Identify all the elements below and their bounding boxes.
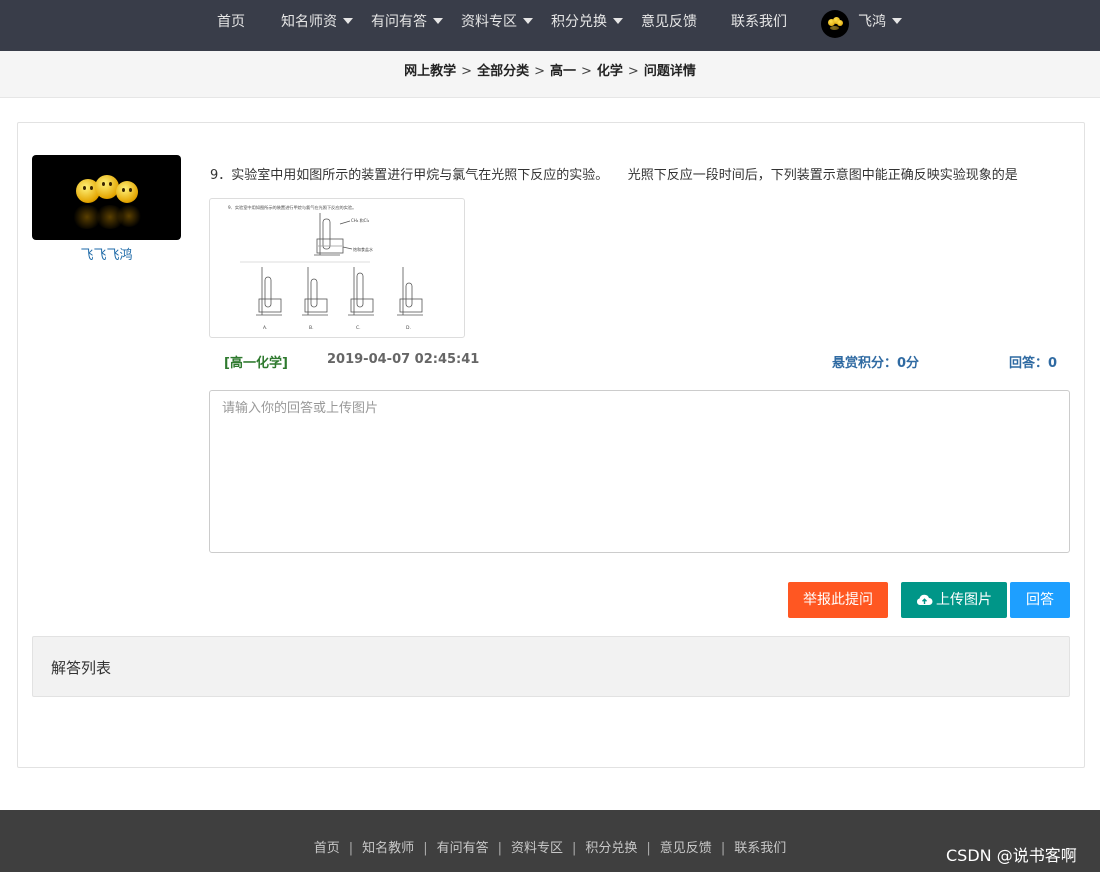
footer-link-teachers[interactable]: 知名教师 [362,841,414,856]
chevron-down-icon [433,18,443,24]
asker-avatar[interactable] [32,155,181,240]
footer-separator: | [572,841,577,856]
nav-item-label: 积分兑换 [551,14,607,30]
svg-text:饱和食盐水: 饱和食盐水 [353,246,373,252]
breadcrumb-item[interactable]: 化学 [597,64,623,79]
option-label-a: A. [263,325,267,331]
option-label-c: C. [356,325,361,331]
nav-item-label: 有问有答 [371,14,427,30]
footer-separator: | [497,841,502,856]
footer-link-feedback[interactable]: 意见反馈 [660,841,712,856]
nav-item-feedback[interactable]: 意见反馈 [641,0,697,44]
nav-item-label: 资料专区 [461,14,517,30]
watermark: CSDN @说书客啊 [946,846,1077,865]
user-avatar[interactable] [821,10,849,38]
apparatus-diagram: 9．实验室中用如图所示的装置进行甲烷与氯气在光照下反应的实验。 CH₄ 和Cl₂… [228,204,423,331]
footer-separator: | [646,841,651,856]
breadcrumb-bar: 网上教学 > 全部分类 > 高一 > 化学 > 问题详情 [0,51,1100,98]
footer-link-home[interactable]: 首页 [314,841,340,856]
chevron-down-icon [613,18,623,24]
breadcrumb-item-current: 问题详情 [643,64,696,79]
nav-item-label: 意见反馈 [641,14,697,30]
answer-input[interactable] [209,390,1070,553]
question-text: 9．实验室中用如图所示的装置进行甲烷与氯气在光照下反应的实验。 光照下反应一段时… [210,168,1018,183]
breadcrumb-separator: > [461,64,473,79]
upload-image-button[interactable]: 上传图片 [901,582,1007,618]
nav-item-teachers[interactable]: 知名师资 [281,0,353,44]
top-nav: 首页 知名师资 有问有答 资料专区 积分兑换 意见反馈 联系我们 飞鸿 [0,0,1100,51]
asker-name[interactable]: 飞飞飞鸿 [32,244,181,263]
breadcrumb-separator: > [534,64,545,79]
chevron-down-icon [343,18,353,24]
report-question-button[interactable]: 举报此提问 [788,582,888,618]
chevron-down-icon [892,18,902,24]
option-label-b: B. [309,325,314,331]
breadcrumb-item[interactable]: 网上教学 [404,64,456,79]
nav-item-label: 联系我们 [731,14,787,30]
footer-links: 首页 | 知名教师 | 有问有答 | 资料专区 | 积分兑换 | 意见反馈 | 联系我们 [0,837,1100,856]
footer-link-points[interactable]: 积分兑换 [585,841,637,856]
answers-list-title: 解答列表 [51,659,112,677]
chevron-down-icon [523,18,533,24]
question-image[interactable]: 9．实验室中用如图所示的装置进行甲烷与氯气在光照下反应的实验。 CH₄ 和Cl₂… [209,198,465,338]
user-name: 飞鸿 [858,14,886,30]
image-caption: 9．实验室中用如图所示的装置进行甲烷与氯气在光照下反应的实验。 [228,204,356,211]
footer-link-contact[interactable]: 联系我们 [734,841,786,856]
answer-label: 回答 [1026,592,1054,608]
report-label: 举报此提问 [803,592,873,608]
breadcrumb-item[interactable]: 全部分类 [477,64,529,79]
footer-separator: | [423,841,428,856]
upload-label: 上传图片 [936,592,992,608]
breadcrumb-item[interactable]: 高一 [550,64,576,79]
footer: 首页 | 知名教师 | 有问有答 | 资料专区 | 积分兑换 | 意见反馈 | 联系我们 CSDN @说… [0,810,1100,872]
nav-item-points[interactable]: 积分兑换 [551,0,623,44]
svg-text:CH₄ 和Cl₂: CH₄ 和Cl₂ [351,217,370,223]
nav-item-home[interactable]: 首页 [217,0,245,44]
nav-item-qa[interactable]: 有问有答 [371,0,443,44]
breadcrumb-separator: > [627,64,639,79]
question-tag[interactable]: [高一化学] [224,352,288,371]
submit-answer-button[interactable]: 回答 [1010,582,1070,618]
cloud-upload-icon [916,594,933,605]
footer-separator: | [720,841,726,856]
breadcrumb-separator: > [581,64,592,79]
nav-item-label: 知名师资 [281,14,337,30]
footer-separator: | [348,841,354,856]
reward-points: 悬赏积分：0分 [832,356,920,371]
nav-item-materials[interactable]: 资料专区 [461,0,533,44]
footer-link-qa[interactable]: 有问有答 [437,841,489,856]
nav-item-contact[interactable]: 联系我们 [731,0,787,44]
option-label-d: D. [406,325,411,331]
question-timestamp: 2019-04-07 02:45:41 [327,352,480,367]
answers-list-panel: 解答列表 [32,636,1070,697]
footer-link-materials[interactable]: 资料专区 [511,841,563,856]
nav-item-label: 首页 [217,14,245,30]
breadcrumb: 网上教学 > 全部分类 > 高一 > 化学 > 问题详情 [404,60,696,79]
answer-count: 回答：0 [1009,356,1058,371]
user-menu[interactable]: 飞鸿 [858,0,902,44]
